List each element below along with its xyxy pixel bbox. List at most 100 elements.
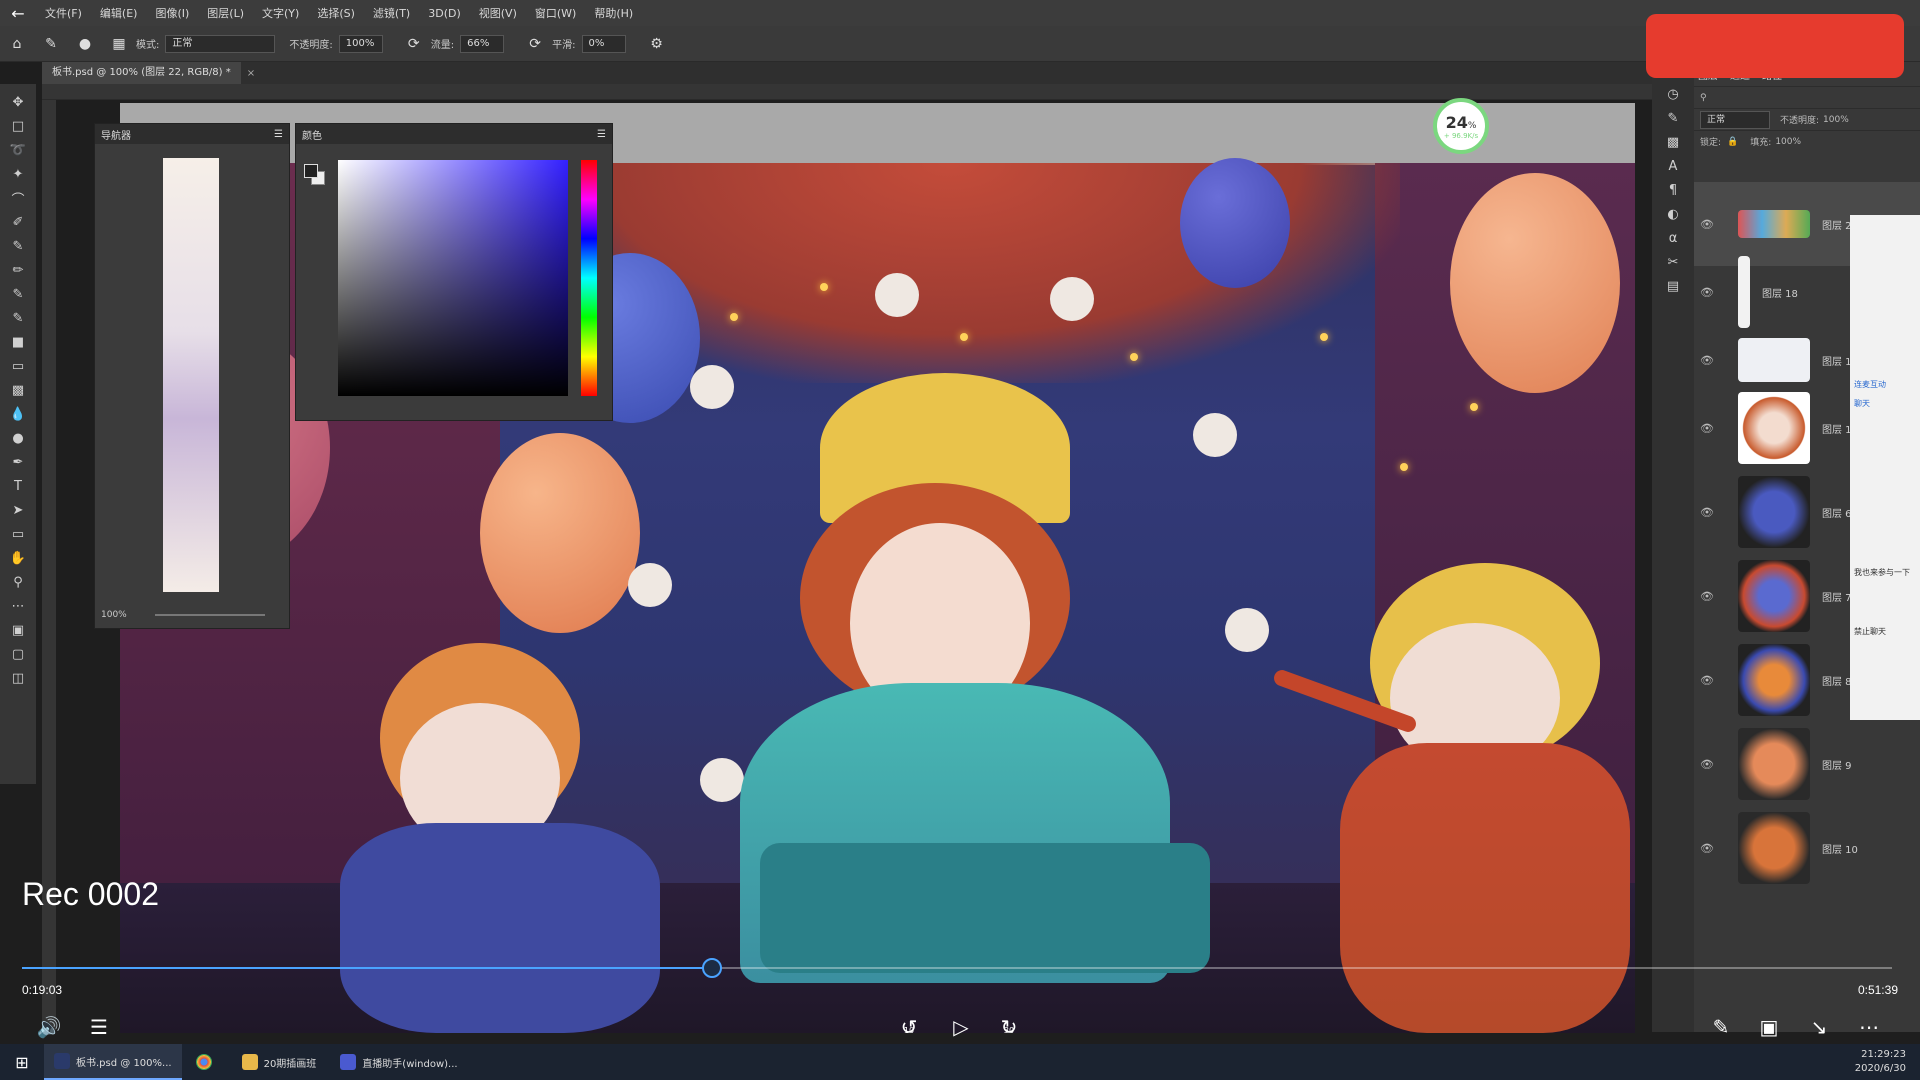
color-swap-icon[interactable]: ▣ bbox=[5, 618, 31, 642]
blend-mode-select[interactable]: 正常 bbox=[1700, 110, 1770, 129]
search-icon[interactable]: ⚲ bbox=[1700, 93, 1707, 103]
captions-icon[interactable]: ☰ bbox=[82, 1012, 116, 1042]
screen-mode-icon[interactable]: ◫ bbox=[5, 666, 31, 690]
glyphs-icon[interactable]: α bbox=[1660, 226, 1686, 250]
taskbar-live-assistant[interactable]: 直播助手(window)... bbox=[330, 1044, 467, 1080]
brush-tool-icon[interactable]: ✎ bbox=[38, 31, 64, 57]
color-picker-field[interactable] bbox=[338, 160, 568, 396]
navigator-zoom[interactable]: 100% bbox=[101, 610, 127, 620]
seek-bar[interactable] bbox=[22, 958, 1892, 978]
libraries-icon[interactable]: ▤ bbox=[1660, 274, 1686, 298]
brush-tool-side-icon[interactable]: ✎ bbox=[5, 234, 31, 258]
blur-tool-icon[interactable]: 💧 bbox=[5, 402, 31, 426]
menu-help[interactable]: 帮助(H) bbox=[585, 5, 642, 21]
visibility-eye-icon[interactable]: 👁 bbox=[1700, 286, 1718, 299]
visibility-eye-icon[interactable]: 👁 bbox=[1700, 758, 1718, 771]
chat-input-hint[interactable]: 我也来参与一下 bbox=[1850, 563, 1920, 582]
play-button[interactable]: ▷ bbox=[944, 1012, 978, 1042]
gradient-tool-icon[interactable]: ▩ bbox=[5, 378, 31, 402]
volume-icon[interactable]: 🔊 bbox=[32, 1012, 66, 1042]
brush-settings-side-icon[interactable]: ✎ bbox=[1660, 106, 1686, 130]
taskbar-chrome[interactable] bbox=[186, 1044, 228, 1080]
taskbar-photoshop[interactable]: 板书.psd @ 100%... bbox=[44, 1044, 182, 1080]
layer-row[interactable]: 👁 图层 9 bbox=[1694, 722, 1920, 806]
layer-name[interactable]: 图层 9 bbox=[1822, 757, 1852, 772]
layer-name[interactable]: 图层 8 bbox=[1822, 673, 1852, 688]
mixer-brush-icon[interactable]: ✎ bbox=[5, 282, 31, 306]
layer-opacity-value[interactable]: 100% bbox=[1823, 115, 1849, 125]
mini-player-icon[interactable]: ▣ bbox=[1752, 1012, 1786, 1042]
taskbar-folder[interactable]: 20期插画班 bbox=[232, 1044, 327, 1080]
menu-file[interactable]: 文件(F) bbox=[36, 5, 91, 21]
system-clock[interactable]: 21:29:23 2020/6/30 bbox=[1855, 1048, 1906, 1076]
seek-thumb[interactable] bbox=[702, 958, 723, 978]
forward-button[interactable]: ↻ 30 bbox=[992, 1012, 1026, 1042]
close-tab-icon[interactable]: × bbox=[247, 68, 255, 79]
pen-tool-icon[interactable]: ✒ bbox=[5, 450, 31, 474]
panel-menu-icon[interactable]: ☰ bbox=[274, 129, 283, 140]
eraser-tool-icon[interactable]: ▭ bbox=[5, 354, 31, 378]
home-icon[interactable]: ⌂ bbox=[4, 31, 30, 57]
airbrush-icon[interactable]: ⟳ bbox=[522, 31, 548, 57]
crop-tool-icon[interactable]: ⌒ bbox=[5, 186, 31, 210]
character-icon[interactable]: A bbox=[1660, 154, 1686, 178]
layer-name[interactable]: 图层 10 bbox=[1822, 841, 1858, 856]
layer-name[interactable]: 图层 7 bbox=[1822, 589, 1852, 604]
adjust-icon[interactable]: ◐ bbox=[1660, 202, 1686, 226]
lock-icon[interactable]: 🔒 bbox=[1727, 137, 1738, 147]
menu-image[interactable]: 图像(I) bbox=[146, 5, 198, 21]
flow-field[interactable]: 66% bbox=[460, 34, 505, 53]
navigator-title[interactable]: 导航器 bbox=[101, 127, 131, 142]
menu-select[interactable]: 选择(S) bbox=[308, 5, 364, 21]
marquee-tool-icon[interactable]: □ bbox=[5, 114, 31, 138]
dodge-tool-icon[interactable]: ● bbox=[5, 426, 31, 450]
more-options-icon[interactable]: ⋯ bbox=[1852, 1012, 1886, 1042]
chat-header[interactable]: 连麦互动 bbox=[1850, 375, 1920, 394]
menu-type[interactable]: 文字(Y) bbox=[253, 5, 308, 21]
hand-tool-icon[interactable]: ✋ bbox=[5, 546, 31, 570]
menu-window[interactable]: 窗口(W) bbox=[526, 5, 585, 21]
magic-wand-icon[interactable]: ✦ bbox=[5, 162, 31, 186]
menu-3d[interactable]: 3D(D) bbox=[419, 7, 470, 20]
move-tool-icon[interactable]: ✥ bbox=[5, 90, 31, 114]
zoom-tool-icon[interactable]: ⚲ bbox=[5, 570, 31, 594]
visibility-eye-icon[interactable]: 👁 bbox=[1700, 354, 1718, 367]
brush-preset-icon[interactable]: ● bbox=[72, 31, 98, 57]
visibility-eye-icon[interactable]: 👁 bbox=[1700, 218, 1718, 231]
menu-filter[interactable]: 滤镜(T) bbox=[364, 5, 419, 21]
chat-tab[interactable]: 聊天 bbox=[1850, 394, 1920, 413]
opacity-field[interactable]: 100% bbox=[338, 34, 383, 53]
navigator-zoom-slider[interactable] bbox=[155, 614, 265, 616]
visibility-eye-icon[interactable]: 👁 bbox=[1700, 506, 1718, 519]
eyedropper-icon[interactable]: ✐ bbox=[5, 210, 31, 234]
clone-source-icon[interactable]: ▩ bbox=[1660, 130, 1686, 154]
visibility-eye-icon[interactable]: 👁 bbox=[1700, 590, 1718, 603]
hue-slider[interactable] bbox=[581, 160, 597, 396]
menu-view[interactable]: 视图(V) bbox=[470, 5, 526, 21]
edit-pencil-icon[interactable]: ✎ bbox=[1704, 1012, 1738, 1042]
mode-select[interactable]: 正常 bbox=[165, 34, 276, 53]
foreground-background-swatch[interactable] bbox=[304, 164, 326, 186]
type-tool-icon[interactable]: T bbox=[5, 474, 31, 498]
layer-name[interactable]: 图层 6 bbox=[1822, 505, 1852, 520]
pressure-opacity-icon[interactable]: ⟳ bbox=[401, 31, 427, 57]
exit-fullscreen-icon[interactable]: ↘ bbox=[1802, 1012, 1836, 1042]
layer-name[interactable]: 图层 18 bbox=[1762, 285, 1798, 300]
foreground-color-swatch[interactable] bbox=[304, 164, 318, 178]
back-arrow-icon[interactable]: ← bbox=[0, 0, 36, 26]
shape-tool-icon[interactable]: ▭ bbox=[5, 522, 31, 546]
path-select-icon[interactable]: ➤ bbox=[5, 498, 31, 522]
paragraph-icon[interactable]: ¶ bbox=[1660, 178, 1686, 202]
panel-menu-icon[interactable]: ☰ bbox=[597, 129, 606, 140]
visibility-eye-icon[interactable]: 👁 bbox=[1700, 422, 1718, 435]
color-title[interactable]: 颜色 bbox=[302, 127, 322, 142]
history-brush-icon[interactable]: ✎ bbox=[5, 306, 31, 330]
visibility-eye-icon[interactable]: 👁 bbox=[1700, 674, 1718, 687]
pencil-tool-icon[interactable]: ✏ bbox=[5, 258, 31, 282]
tools-icon[interactable]: ✂ bbox=[1660, 250, 1686, 274]
history-icon[interactable]: ◷ bbox=[1660, 82, 1686, 106]
visibility-eye-icon[interactable]: 👁 bbox=[1700, 842, 1718, 855]
navigator-thumbnail[interactable] bbox=[163, 158, 219, 592]
fill-value[interactable]: 100% bbox=[1775, 137, 1801, 147]
windows-start-icon[interactable]: ⊞ bbox=[0, 1044, 44, 1080]
